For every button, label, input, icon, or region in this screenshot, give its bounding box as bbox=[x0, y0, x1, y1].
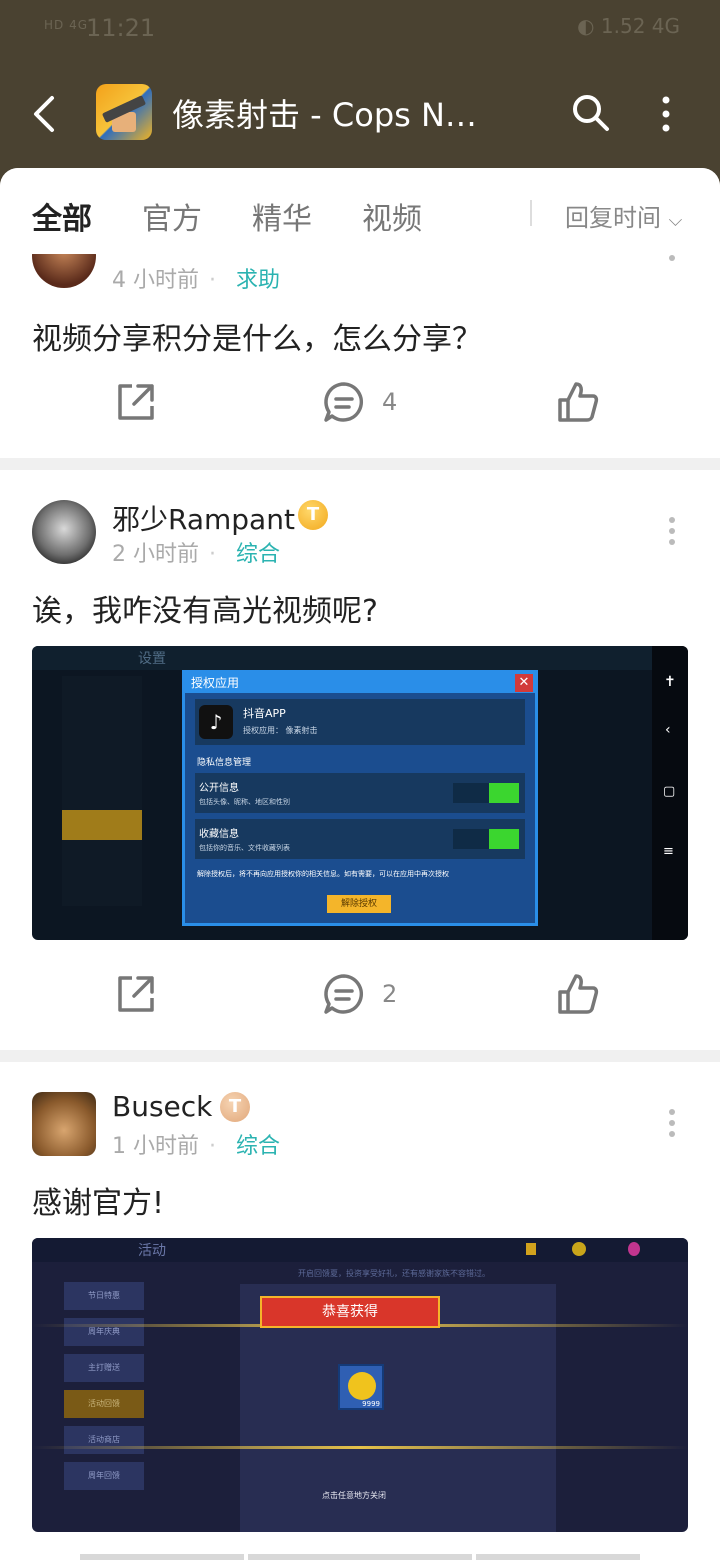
app-name: 抖音APP bbox=[243, 707, 286, 720]
post-category[interactable]: 求助 bbox=[236, 268, 280, 293]
share-icon bbox=[118, 384, 154, 420]
post-actions: 2 bbox=[0, 966, 720, 1026]
nav-back-icon: ‹ bbox=[665, 722, 671, 738]
tiktok-icon: ♪ bbox=[199, 705, 233, 739]
nav-menu-icon: ≡ bbox=[663, 844, 674, 859]
post-text[interactable]: 诶，我咋没有高光视频呢? bbox=[32, 586, 378, 630]
dialog-close-icon[interactable]: ✕ bbox=[515, 674, 533, 692]
nav-rail: ✝ ‹ ▢ ≡ bbox=[652, 646, 688, 940]
app-bar: 像素射击 - Cops N… bbox=[0, 60, 720, 170]
post-actions: 4 bbox=[0, 374, 720, 434]
comment-count: 4 bbox=[382, 388, 398, 416]
post-time: 4 小时前 bbox=[112, 268, 199, 293]
toggle[interactable] bbox=[453, 783, 519, 803]
image-sidebar bbox=[62, 676, 142, 906]
post-time: 2 小时前 bbox=[112, 542, 199, 567]
row2-sub: 包括你的音乐、文件收藏列表 bbox=[199, 844, 290, 852]
post-separator bbox=[0, 1050, 720, 1062]
image-header: 活动 bbox=[32, 1238, 688, 1262]
close-hint: 点击任意地方关闭 bbox=[322, 1491, 386, 1500]
search-icon[interactable] bbox=[570, 92, 610, 132]
tab-all[interactable]: 全部 bbox=[32, 194, 92, 238]
post-category[interactable]: 综合 bbox=[236, 1134, 280, 1159]
more-options-icon[interactable] bbox=[658, 94, 674, 134]
post-image[interactable]: 设置 授权应用 ✕ ♪ 抖音APP 授权应用： 像素射击 隐私信息管理 公开信息 bbox=[32, 646, 688, 940]
image-header-label: 活动 bbox=[138, 1243, 166, 1259]
top-note: 开启回馈夏，投资享受好礼，还有感谢家族不容错过。 bbox=[298, 1269, 490, 1278]
username[interactable]: Buseck bbox=[112, 1090, 212, 1123]
post-card[interactable]: 邪少Rampant T 2 小时前 · 综合 诶，我咋没有高光视频呢? 设置 授权应… bbox=[0, 470, 720, 1050]
sort-label: 回复时间 bbox=[565, 204, 661, 232]
status-bar: HD 4G 11:21 ◐ 1.52 4G bbox=[0, 0, 720, 60]
bottom-indicator bbox=[248, 1554, 472, 1560]
post-card[interactable]: Buseck T 1 小时前 · 综合 感谢官方! 活动 开启回馈夏，投资享受好礼，… bbox=[0, 1062, 720, 1560]
share-icon bbox=[118, 976, 154, 1012]
section-label: 隐私信息管理 bbox=[197, 758, 252, 768]
back-arrow-icon[interactable] bbox=[30, 94, 60, 134]
image-header: 设置 bbox=[32, 646, 652, 670]
signal-indicator: HD 4G bbox=[44, 18, 89, 32]
username[interactable]: 邪少Rampant bbox=[112, 498, 295, 538]
dialog: 授权应用 ✕ ♪ 抖音APP 授权应用： 像素射击 隐私信息管理 公开信息 包括… bbox=[182, 670, 538, 926]
bottom-indicator bbox=[476, 1554, 640, 1560]
comment-icon bbox=[324, 974, 364, 1014]
post-category[interactable]: 综合 bbox=[236, 542, 280, 567]
post-meta: 2 小时前 · 综合 bbox=[112, 542, 281, 567]
image-header-label: 设置 bbox=[138, 651, 166, 667]
comment-icon bbox=[324, 382, 364, 422]
post-card[interactable]: 4 小时前 · 求助 视频分享积分是什么，怎么分享？ 4 bbox=[0, 224, 720, 458]
post-more-icon[interactable] bbox=[668, 254, 676, 284]
bottom-indicator bbox=[80, 1554, 244, 1560]
reward-item: 9999 bbox=[338, 1364, 384, 1410]
item-count: 9999 bbox=[362, 1400, 380, 1408]
app-sub: 授权应用： 像素射击 bbox=[243, 726, 318, 735]
post-text[interactable]: 视频分享积分是什么，怎么分享？ bbox=[32, 314, 482, 358]
level-badge: T bbox=[298, 500, 328, 530]
nav-home-icon: ▢ bbox=[663, 784, 676, 799]
avatar[interactable] bbox=[32, 1092, 96, 1156]
tab-divider bbox=[530, 200, 532, 226]
post-image[interactable]: 活动 开启回馈夏，投资享受好礼，还有感谢家族不容错过。 节日特惠 周年庆典 主打… bbox=[32, 1238, 688, 1532]
tab-video[interactable]: 视频 bbox=[362, 194, 422, 238]
post-more-icon[interactable] bbox=[668, 1108, 676, 1138]
post-time: 1 小时前 bbox=[112, 1134, 199, 1159]
game-icon[interactable] bbox=[96, 84, 152, 140]
avatar[interactable] bbox=[32, 500, 96, 564]
toggle[interactable] bbox=[453, 829, 519, 849]
post-more-icon[interactable] bbox=[668, 516, 676, 546]
status-right: ◐ 1.52 4G bbox=[577, 14, 680, 38]
post-separator bbox=[0, 458, 720, 470]
reward-banner: 恭喜获得 bbox=[260, 1296, 440, 1328]
post-meta: 1 小时前 · 综合 bbox=[112, 1134, 281, 1159]
notice-text: 解除授权后，将不再向应用授权你的相关信息。如有需要，可以在应用中再次授权 bbox=[197, 870, 449, 878]
status-time: 11:21 bbox=[86, 14, 156, 42]
post-meta: 4 小时前 · 求助 bbox=[112, 268, 281, 293]
thumbs-up-icon bbox=[558, 382, 599, 422]
tab-featured[interactable]: 精华 bbox=[252, 194, 312, 238]
sort-dropdown[interactable]: 回复时间 ⌵ bbox=[565, 198, 682, 233]
post-text[interactable]: 感谢官方! bbox=[32, 1178, 164, 1222]
row1-title: 公开信息 bbox=[199, 783, 239, 794]
dialog-title: 授权应用 bbox=[191, 676, 240, 690]
revoke-button[interactable]: 解除授权 bbox=[327, 895, 391, 913]
tab-official[interactable]: 官方 bbox=[142, 194, 202, 238]
page-title: 像素射击 - Cops N… bbox=[172, 96, 477, 134]
content-sheet: 全部 官方 精华 视频 回复时间 ⌵ 4 小时前 · 求助 视频分享积分是什么，怎么… bbox=[0, 168, 720, 1560]
accessibility-icon: ✝ bbox=[664, 674, 676, 690]
level-badge: T bbox=[220, 1092, 250, 1122]
row1-sub: 包括头像、昵称、地区和性别 bbox=[199, 798, 290, 806]
thumbs-up-icon bbox=[558, 974, 599, 1014]
comment-count: 2 bbox=[382, 980, 398, 1008]
image-sidebar: 节日特惠 周年庆典 主打赠送 活动回馈 活动商店 周年回馈 bbox=[64, 1282, 144, 1490]
chevron-down-icon: ⌵ bbox=[668, 210, 683, 231]
tab-bar: 全部 官方 精华 视频 回复时间 ⌵ bbox=[0, 168, 720, 254]
row2-title: 收藏信息 bbox=[199, 829, 239, 840]
